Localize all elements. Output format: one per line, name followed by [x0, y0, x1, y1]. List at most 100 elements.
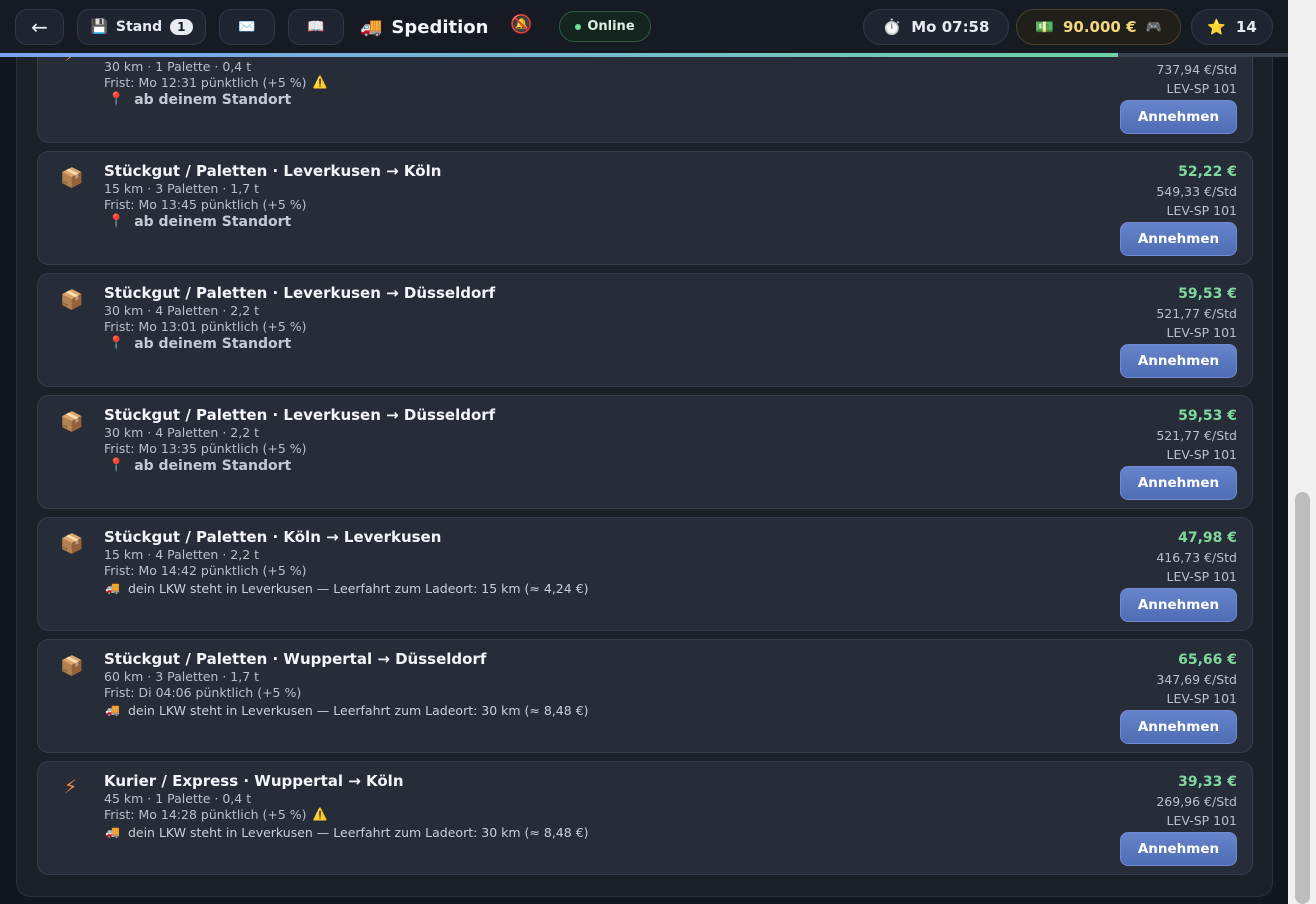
job-details: 30 km · 4 Paletten · 2,2 t — [104, 303, 260, 318]
job-location: ab deinem Standort — [134, 92, 292, 108]
job-location-row: 🚚 dein LKW steht in Leverkusen — Leerfah… — [105, 703, 589, 718]
back-button[interactable]: ← — [15, 9, 64, 45]
truck-plate: LEV-SP 101 — [1166, 691, 1238, 706]
job-details: 60 km · 3 Paletten · 1,7 t — [104, 669, 260, 684]
star-icon: ⭐ — [1207, 18, 1226, 36]
job-location: dein LKW steht in Leverkusen — Leerfahrt… — [127, 581, 589, 596]
package-icon: 📦 — [60, 655, 84, 677]
truck-plate: LEV-SP 101 — [1166, 569, 1238, 584]
gamepad-icon: 🎮 — [1145, 19, 1162, 35]
accept-job-button[interactable]: Annehmen — [1120, 832, 1237, 866]
job-deadline-row: Frist: Mo 13:35 pünktlich (+5 %) — [104, 441, 307, 456]
job-deadline: Frist: Mo 13:35 pünktlich (+5 %) — [104, 441, 307, 456]
mute-toggle[interactable]: 🔕 — [510, 14, 532, 35]
money-amount: 90.000 € — [1062, 18, 1137, 36]
accept-job-button[interactable]: Annehmen — [1120, 100, 1237, 134]
stopwatch-icon: ⏱️ — [882, 18, 902, 36]
job-hourly-rate: 737,94 €/Std — [1156, 62, 1237, 77]
truck-plate: LEV-SP 101 — [1166, 447, 1238, 462]
truck-icon: 🚚 — [105, 703, 120, 717]
job-title: Stückgut / Paletten · Leverkusen → Düsse… — [104, 284, 496, 302]
page-title: Spedition — [391, 16, 489, 38]
accept-job-button[interactable]: Annehmen — [1120, 710, 1237, 744]
warning-icon: ⚠️ — [312, 75, 328, 89]
truck-plate: LEV-SP 101 — [1166, 203, 1238, 218]
accept-job-button[interactable]: Annehmen — [1120, 466, 1237, 500]
save-icon: 💾 — [90, 19, 108, 35]
job-price: 65,66 € — [1178, 652, 1237, 668]
game-clock: ⏱️ Mo 07:58 — [863, 9, 1009, 45]
job-details: 15 km · 4 Paletten · 2,2 t — [104, 547, 260, 562]
job-hourly-rate: 521,77 €/Std — [1156, 428, 1237, 443]
job-offer-list: ⚡ Kurier / Express · Leverkusen → Düssel… — [16, 57, 1273, 897]
job-price: 52,22 € — [1178, 164, 1237, 180]
job-deadline-row: Frist: Mo 14:28 pünktlich (+5 %) ⚠️ — [104, 807, 328, 822]
job-deadline: Frist: Di 04:06 pünktlich (+5 %) — [104, 685, 302, 700]
warning-icon: ⚠️ — [312, 807, 328, 821]
job-deadline-row: Frist: Mo 14:42 pünktlich (+5 %) — [104, 563, 307, 578]
top-bar: ← 💾 Stand 1 ✉️ 📖 🚚 Spedition 🔕 Online ⏱️… — [0, 0, 1288, 54]
package-icon: 📦 — [60, 167, 84, 189]
job-location: dein LKW steht in Leverkusen — Leerfahrt… — [127, 825, 589, 840]
job-title: Stückgut / Paletten · Köln → Leverkusen — [104, 528, 442, 546]
stand-label: Stand — [115, 19, 163, 35]
banknote-icon: 💵 — [1035, 18, 1054, 36]
accept-job-button[interactable]: Annehmen — [1120, 344, 1237, 378]
job-deadline: Frist: Mo 12:31 pünktlich (+5 %) — [104, 75, 307, 90]
job-deadline: Frist: Mo 13:01 pünktlich (+5 %) — [104, 319, 307, 334]
mail-button[interactable]: ✉️ — [219, 9, 275, 45]
job-location-row: 📍 ab deinem Standort — [108, 214, 291, 230]
status-dot-icon — [575, 23, 582, 30]
job-title: Stückgut / Paletten · Wuppertal → Düssel… — [104, 650, 487, 668]
stand-count-badge: 1 — [170, 19, 193, 35]
page-title-group: 🚚 Spedition — [360, 14, 489, 40]
job-deadline-row: Frist: Mo 13:01 pünktlich (+5 %) — [104, 319, 307, 334]
job-deadline: Frist: Mo 14:28 pünktlich (+5 %) — [104, 807, 307, 822]
truck-icon: 🚚 — [105, 581, 120, 595]
job-location-row: 🚚 dein LKW steht in Leverkusen — Leerfah… — [105, 581, 589, 596]
job-offer-card: 📦 Stückgut / Paletten · Leverkusen → Düs… — [37, 395, 1253, 509]
online-status-label: Online — [587, 19, 635, 34]
online-status-badge: Online — [559, 11, 651, 42]
job-hourly-rate: 521,77 €/Std — [1156, 306, 1237, 321]
job-location-row: 📍 ab deinem Standort — [108, 336, 291, 352]
accept-job-button[interactable]: Annehmen — [1120, 222, 1237, 256]
job-price: 59,53 € — [1178, 408, 1237, 424]
job-hourly-rate: 549,33 €/Std — [1156, 184, 1237, 199]
stand-button[interactable]: 💾 Stand 1 — [77, 9, 206, 45]
level-display: ⭐ 14 — [1191, 9, 1273, 45]
map-pin-icon: 📍 — [108, 336, 125, 351]
game-time: Mo 07:58 — [911, 18, 990, 36]
job-deadline: Frist: Mo 13:45 pünktlich (+5 %) — [104, 197, 307, 212]
truck-icon: 🚚 — [360, 16, 383, 38]
job-location-row: 📍 ab deinem Standort — [108, 458, 291, 474]
job-details: 30 km · 1 Palette · 0,4 t — [104, 59, 252, 74]
accept-job-button[interactable]: Annehmen — [1120, 588, 1237, 622]
package-icon: 📦 — [60, 533, 84, 555]
lightning-icon: ⚡ — [64, 776, 78, 798]
job-title: Stückgut / Paletten · Leverkusen → Köln — [104, 162, 442, 180]
job-price: 39,33 € — [1178, 774, 1237, 790]
job-offer-card: ⚡ Kurier / Express · Leverkusen → Düssel… — [37, 57, 1253, 143]
money-display: 💵 90.000 € 🎮 — [1016, 9, 1181, 45]
job-offer-card: 📦 Stückgut / Paletten · Leverkusen → Köl… — [37, 151, 1253, 265]
book-button[interactable]: 📖 — [288, 9, 344, 45]
job-deadline-row: Frist: Mo 12:31 pünktlich (+5 %) ⚠️ — [104, 75, 328, 90]
job-hourly-rate: 416,73 €/Std — [1156, 550, 1237, 565]
job-offer-card: ⚡ Kurier / Express · Wuppertal → Köln 45… — [37, 761, 1253, 875]
job-offer-card: 📦 Stückgut / Paletten · Köln → Leverkuse… — [37, 517, 1253, 631]
job-location: dein LKW steht in Leverkusen — Leerfahrt… — [127, 703, 589, 718]
job-location-row: 📍 ab deinem Standort — [108, 92, 291, 108]
job-title: Stückgut / Paletten · Leverkusen → Düsse… — [104, 406, 496, 424]
job-deadline: Frist: Mo 14:42 pünktlich (+5 %) — [104, 563, 307, 578]
scrollbar-thumb[interactable] — [1295, 492, 1310, 904]
job-location-row: 🚚 dein LKW steht in Leverkusen — Leerfah… — [105, 825, 589, 840]
job-price: 47,98 € — [1178, 530, 1237, 546]
level-value: 14 — [1235, 18, 1257, 36]
truck-plate: LEV-SP 101 — [1166, 81, 1238, 96]
bell-off-icon: 🔕 — [510, 14, 533, 35]
lightning-icon: ⚡ — [64, 57, 77, 66]
package-icon: 📦 — [60, 411, 84, 433]
map-pin-icon: 📍 — [108, 214, 125, 229]
job-details: 30 km · 4 Paletten · 2,2 t — [104, 425, 260, 440]
